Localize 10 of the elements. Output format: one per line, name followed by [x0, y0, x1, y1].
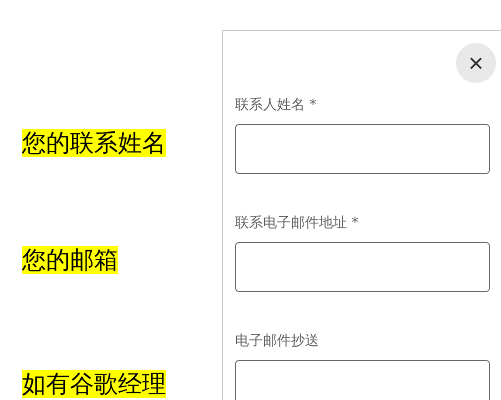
input-field[interactable] [235, 124, 490, 174]
input-field[interactable] [235, 242, 490, 292]
highlighted-note: 如有谷歌经理 [22, 370, 166, 398]
highlighted-note: 您的邮箱 [22, 246, 118, 274]
field-label: 电子邮件抄送 [235, 333, 320, 349]
field-label: 联系人姓名 * [235, 97, 318, 113]
close-button[interactable]: × [456, 43, 496, 83]
field-label: 联系电子邮件地址 * [235, 215, 360, 231]
input-field[interactable] [235, 360, 490, 400]
highlighted-note: 您的联系姓名 [22, 129, 166, 157]
